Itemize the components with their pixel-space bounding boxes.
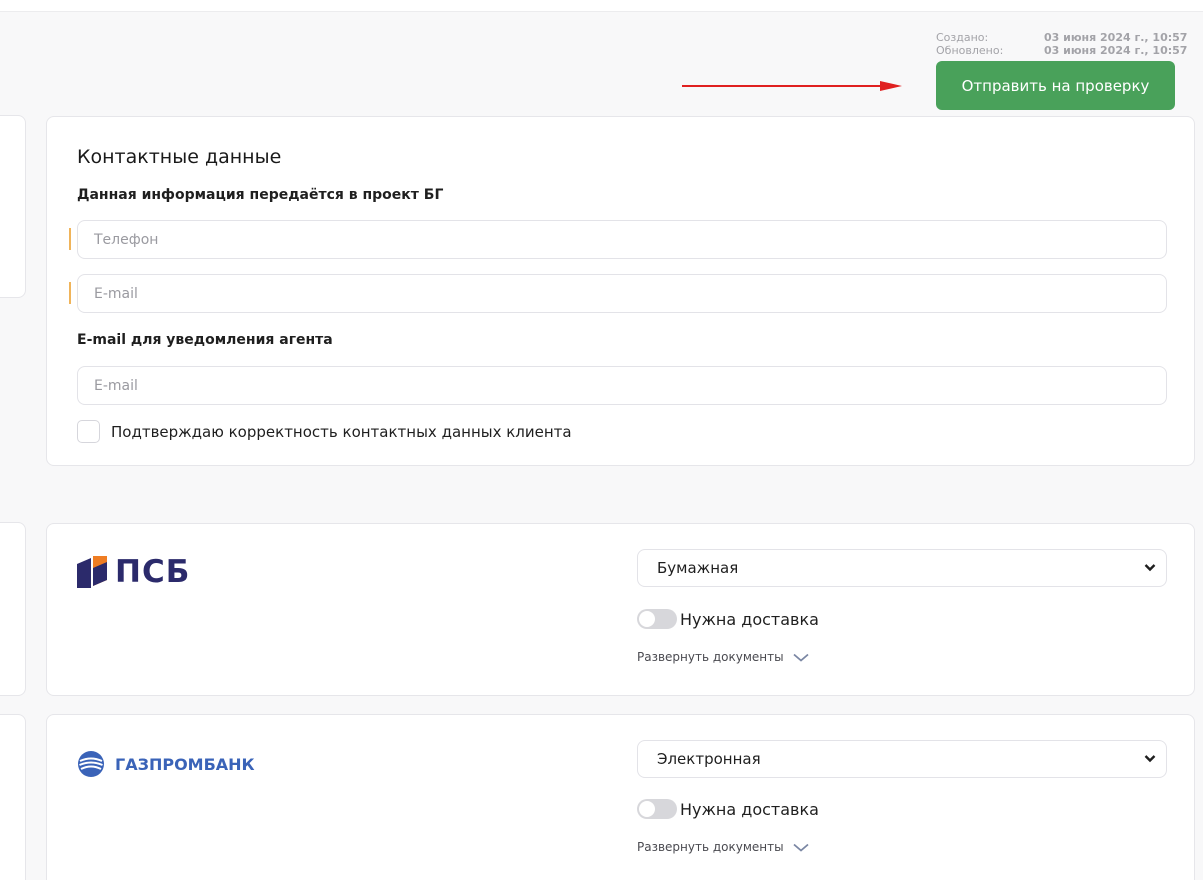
- delivery-label: Нужна доставка: [680, 609, 819, 629]
- chevron-down-icon: [793, 843, 809, 852]
- required-marker: [69, 282, 71, 304]
- delivery-toggle-row[interactable]: Нужна доставка: [637, 609, 819, 629]
- format-select[interactable]: Электронная: [637, 740, 1167, 778]
- updated-label: Обновлено:: [936, 44, 1004, 57]
- psb-logo: ПСБ: [77, 554, 190, 590]
- format-select-value: Бумажная: [657, 559, 739, 577]
- gazprombank-logo-text: ГАЗПРОМБАНК: [115, 754, 255, 774]
- required-marker: [69, 228, 71, 250]
- psb-logo-text: ПСБ: [115, 554, 191, 590]
- bank-card-gazprombank: ГАЗПРОМБАНК Электронная Нужна доставка Р…: [46, 714, 1195, 880]
- submit-for-review-button[interactable]: Отправить на проверку: [936, 61, 1175, 110]
- red-arrow-annotation: [682, 81, 902, 91]
- phone-input[interactable]: Телефон: [77, 220, 1167, 259]
- expand-documents-link[interactable]: Развернуть документы: [637, 650, 809, 664]
- agent-email-input[interactable]: E-mail: [77, 366, 1167, 405]
- delivery-toggle[interactable]: [637, 799, 677, 819]
- created-label: Создано:: [936, 31, 989, 44]
- psb-logo-icon: [77, 556, 107, 588]
- card-title: Контактные данные: [77, 146, 282, 168]
- gazprombank-logo-icon: [78, 751, 104, 777]
- expand-documents-label: Развернуть документы: [637, 840, 784, 854]
- chevron-down-icon: [793, 653, 809, 662]
- top-bar: [0, 0, 1203, 12]
- bank-card-psb: ПСБ Бумажная Нужна доставка Развернуть д…: [46, 523, 1195, 696]
- card-subtitle: Данная информация передаётся в проект БГ: [77, 187, 444, 203]
- toggle-knob: [639, 801, 655, 817]
- delivery-label: Нужна доставка: [680, 799, 819, 819]
- delivery-toggle[interactable]: [637, 609, 677, 629]
- expand-documents-label: Развернуть документы: [637, 650, 784, 664]
- created-value: 03 июня 2024 г., 10:57: [1044, 31, 1188, 44]
- confirm-contacts-label: Подтверждаю корректность контактных данн…: [111, 422, 572, 441]
- format-select-value: Электронная: [657, 750, 761, 768]
- left-card-stub: [0, 115, 26, 298]
- email-input[interactable]: E-mail: [77, 274, 1167, 313]
- contact-data-card: Контактные данные Данная информация пере…: [46, 116, 1195, 466]
- agent-email-label: E-mail для уведомления агента: [77, 332, 333, 348]
- expand-documents-link[interactable]: Развернуть документы: [637, 840, 809, 854]
- timestamps: Создано: 03 июня 2024 г., 10:57 Обновлен…: [936, 31, 1203, 57]
- delivery-toggle-row[interactable]: Нужна доставка: [637, 799, 819, 819]
- left-card-stub: [0, 714, 26, 880]
- chevron-down-icon: [1144, 755, 1156, 763]
- confirm-contacts-checkbox[interactable]: [77, 420, 100, 443]
- gazprombank-logo: ГАЗПРОМБАНК: [77, 750, 255, 778]
- chevron-down-icon: [1144, 564, 1156, 572]
- updated-value: 03 июня 2024 г., 10:57: [1044, 44, 1188, 57]
- toggle-knob: [639, 611, 655, 627]
- left-card-stub: [0, 522, 26, 696]
- format-select[interactable]: Бумажная: [637, 549, 1167, 587]
- confirm-contacts-row[interactable]: Подтверждаю корректность контактных данн…: [77, 420, 572, 443]
